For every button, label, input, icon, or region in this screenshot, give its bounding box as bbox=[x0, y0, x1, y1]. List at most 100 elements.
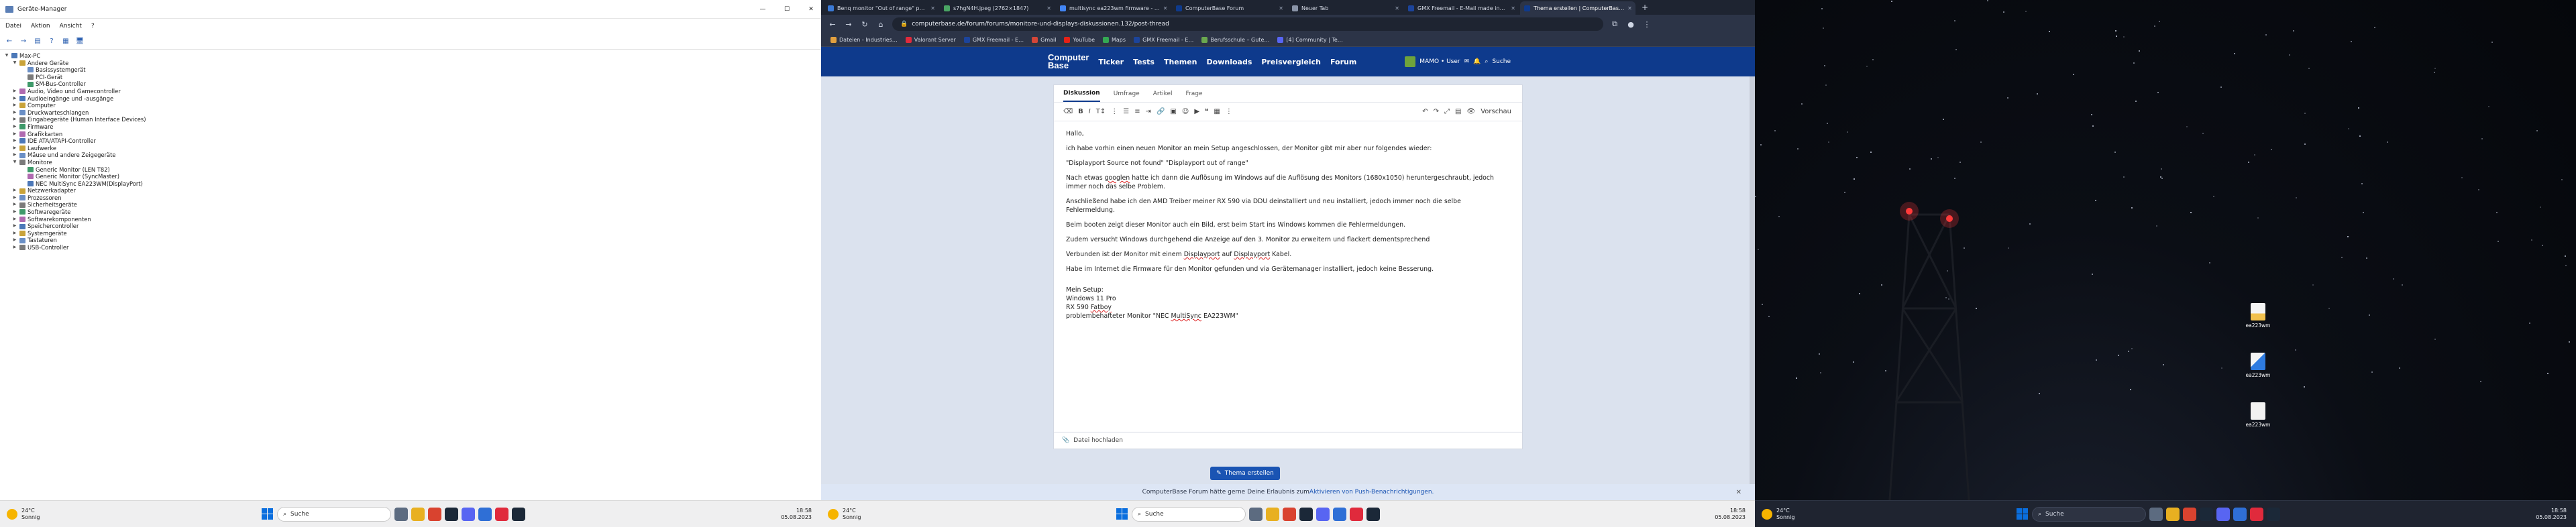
nav-downloads[interactable]: Downloads bbox=[1207, 58, 1252, 66]
editor-content[interactable]: Hallo, ich habe vorhin einen neuen Monit… bbox=[1054, 121, 1522, 329]
tree-node[interactable]: ▶ Firmware bbox=[4, 123, 821, 131]
new-tab-icon[interactable]: + bbox=[1636, 3, 1654, 12]
taskbar-search[interactable]: ⌕ Suche bbox=[1132, 506, 1246, 522]
explorer-icon[interactable] bbox=[1266, 507, 1279, 521]
chevron-right-icon[interactable]: ▶ bbox=[12, 152, 17, 159]
close-tab-icon[interactable]: ✕ bbox=[1046, 5, 1051, 11]
browser-tab[interactable]: Neuer Tab ✕ bbox=[1288, 1, 1403, 15]
list-icon[interactable]: ☰ bbox=[1123, 108, 1129, 115]
tab-umfrage[interactable]: Umfrage bbox=[1114, 91, 1140, 97]
chevron-right-icon[interactable]: ▶ bbox=[12, 109, 17, 117]
tree-node[interactable]: ▶ Eingabegeräte (Human Interface Devices) bbox=[4, 116, 821, 123]
browser-tab[interactable]: Thema erstellen | ComputerBas… ✕ bbox=[1520, 1, 1635, 15]
steam-2-icon[interactable] bbox=[2267, 507, 2280, 521]
chevron-right-icon[interactable]: ▶ bbox=[12, 201, 17, 209]
discord-icon[interactable] bbox=[462, 507, 475, 521]
chevron-down-icon[interactable]: ▼ bbox=[12, 60, 17, 67]
tree-node[interactable]: Basissystemgerät bbox=[4, 66, 821, 74]
attach-file-button[interactable]: Datei hochladen bbox=[1073, 437, 1123, 444]
tree-node[interactable]: ▼ Monitore bbox=[4, 159, 821, 166]
bookmark-item[interactable]: [4] Community | Te… bbox=[1277, 37, 1343, 43]
task-view-icon[interactable] bbox=[2149, 507, 2163, 521]
tree-node[interactable]: ▶ Prozessoren bbox=[4, 194, 821, 202]
page-scrollbar[interactable] bbox=[1750, 76, 1755, 484]
tree-node[interactable]: ▶ Audio, Video und Gamecontroller bbox=[4, 88, 821, 95]
tree-node[interactable]: ▶ Systemgeräte bbox=[4, 230, 821, 237]
align-icon[interactable]: ≡ bbox=[1134, 108, 1140, 115]
profile-icon[interactable]: ● bbox=[1626, 20, 1635, 29]
chrome-icon[interactable] bbox=[2183, 507, 2196, 521]
chevron-right-icon[interactable]: ▶ bbox=[12, 209, 17, 216]
create-thread-button[interactable]: ✎ Thema erstellen bbox=[1210, 467, 1280, 480]
help-icon[interactable]: ? bbox=[46, 36, 57, 47]
table-icon[interactable]: ▦ bbox=[1214, 108, 1220, 115]
user-menu[interactable]: MAMO • User ✉ 🔔 ⌕ Suche bbox=[1405, 56, 1511, 67]
chevron-right-icon[interactable]: ▶ bbox=[12, 230, 17, 237]
scan-hardware-icon[interactable]: 🖥 bbox=[74, 36, 85, 47]
forward-button-icon[interactable]: → bbox=[844, 20, 853, 29]
tree-node[interactable]: PCI-Gerät bbox=[4, 74, 821, 81]
chevron-right-icon[interactable]: ▶ bbox=[12, 237, 17, 244]
close-tab-icon[interactable]: ✕ bbox=[930, 5, 935, 11]
enable-push-link[interactable]: Aktivieren von Push-Benachrichtigungen. bbox=[1309, 489, 1434, 495]
address-bar[interactable]: 🔒 computerbase.de/forum/forums/monitore-… bbox=[892, 17, 1603, 31]
quote-icon[interactable]: ❝ bbox=[1205, 108, 1208, 115]
valorant-icon[interactable] bbox=[2250, 507, 2263, 521]
title-bar[interactable]: Geräte-Manager — ☐ ✕ bbox=[0, 0, 821, 19]
back-icon[interactable]: ← bbox=[4, 36, 15, 47]
windows-start-icon[interactable] bbox=[262, 508, 274, 520]
close-tab-icon[interactable]: ✕ bbox=[1279, 5, 1283, 11]
preview-button[interactable]: Vorschau bbox=[1481, 108, 1511, 115]
steam-2-icon[interactable] bbox=[512, 507, 525, 521]
discord-icon[interactable] bbox=[1316, 507, 1330, 521]
device-manager-taskbar-icon[interactable] bbox=[1333, 507, 1346, 521]
desktop-icon-file-2[interactable]: ea223wm bbox=[2245, 353, 2271, 378]
minimize-icon[interactable]: — bbox=[753, 6, 773, 13]
emoji-icon[interactable]: ☺ bbox=[1182, 108, 1189, 115]
chevron-right-icon[interactable]: ▶ bbox=[12, 137, 17, 145]
home-icon[interactable]: ⌂ bbox=[876, 20, 885, 29]
link-icon[interactable]: 🔗 bbox=[1157, 108, 1165, 115]
windows-start-icon[interactable] bbox=[1116, 508, 1128, 520]
reload-icon[interactable]: ↻ bbox=[860, 20, 869, 29]
tree-node[interactable]: ▶ IDE ATA/ATAPI-Controller bbox=[4, 137, 821, 145]
nav-preisvergleich[interactable]: Preisvergleich bbox=[1261, 58, 1321, 66]
chrome-icon[interactable] bbox=[1283, 507, 1296, 521]
nav-forum[interactable]: Forum bbox=[1330, 58, 1356, 66]
chevron-right-icon[interactable]: ▶ bbox=[12, 95, 17, 103]
chevron-right-icon[interactable]: ▶ bbox=[12, 131, 17, 138]
clock[interactable]: 18:58 05.08.2023 bbox=[781, 508, 821, 521]
maximize-icon[interactable]: ☐ bbox=[777, 6, 797, 13]
undo-icon[interactable]: ↶ bbox=[1422, 108, 1428, 115]
taskbar-search[interactable]: ⌕ Suche bbox=[2032, 506, 2146, 522]
tab-frage[interactable]: Frage bbox=[1186, 91, 1203, 97]
tree-node[interactable]: Generic Monitor (SyncMaster) bbox=[4, 173, 821, 180]
bookmark-item[interactable]: Dateien - Industries… bbox=[830, 37, 898, 43]
properties-icon[interactable]: ▤ bbox=[32, 36, 43, 47]
valorant-icon[interactable] bbox=[495, 507, 508, 521]
media-icon[interactable]: ▶ bbox=[1194, 108, 1199, 115]
details-icon[interactable]: ▦ bbox=[60, 36, 71, 47]
chevron-right-icon[interactable]: ▶ bbox=[12, 116, 17, 123]
chevron-down-icon[interactable]: ▼ bbox=[12, 159, 17, 166]
tree-node[interactable]: ▶ Softwaregeräte bbox=[4, 209, 821, 216]
chrome-icon[interactable] bbox=[428, 507, 441, 521]
tab-diskussion[interactable]: Diskussion bbox=[1063, 86, 1100, 102]
taskbar-search[interactable]: ⌕ Suche bbox=[277, 506, 391, 522]
chevron-right-icon[interactable]: ▶ bbox=[12, 123, 17, 131]
clear-format-icon[interactable]: ⌫ bbox=[1063, 108, 1073, 115]
windows-start-icon[interactable] bbox=[2017, 508, 2029, 520]
browser-tab[interactable]: multisync ea223wm firmware - … ✕ bbox=[1056, 1, 1171, 15]
chevron-right-icon[interactable]: ▶ bbox=[12, 145, 17, 152]
valorant-icon[interactable] bbox=[1350, 507, 1363, 521]
chevron-right-icon[interactable]: ▶ bbox=[12, 187, 17, 194]
text-size-icon[interactable]: T↕ bbox=[1096, 108, 1106, 115]
close-tab-icon[interactable]: ✕ bbox=[1511, 5, 1515, 11]
menu-view[interactable]: Ansicht bbox=[60, 23, 82, 30]
clock[interactable]: 18:58 05.08.2023 bbox=[2536, 508, 2576, 521]
menu-action[interactable]: Aktion bbox=[31, 23, 50, 30]
chevron-right-icon[interactable]: ▶ bbox=[12, 194, 17, 202]
search-label[interactable]: Suche bbox=[1492, 58, 1511, 65]
tree-node[interactable]: ▶ Mäuse und andere Zeigegeräte bbox=[4, 152, 821, 159]
discord-icon[interactable] bbox=[2216, 507, 2230, 521]
